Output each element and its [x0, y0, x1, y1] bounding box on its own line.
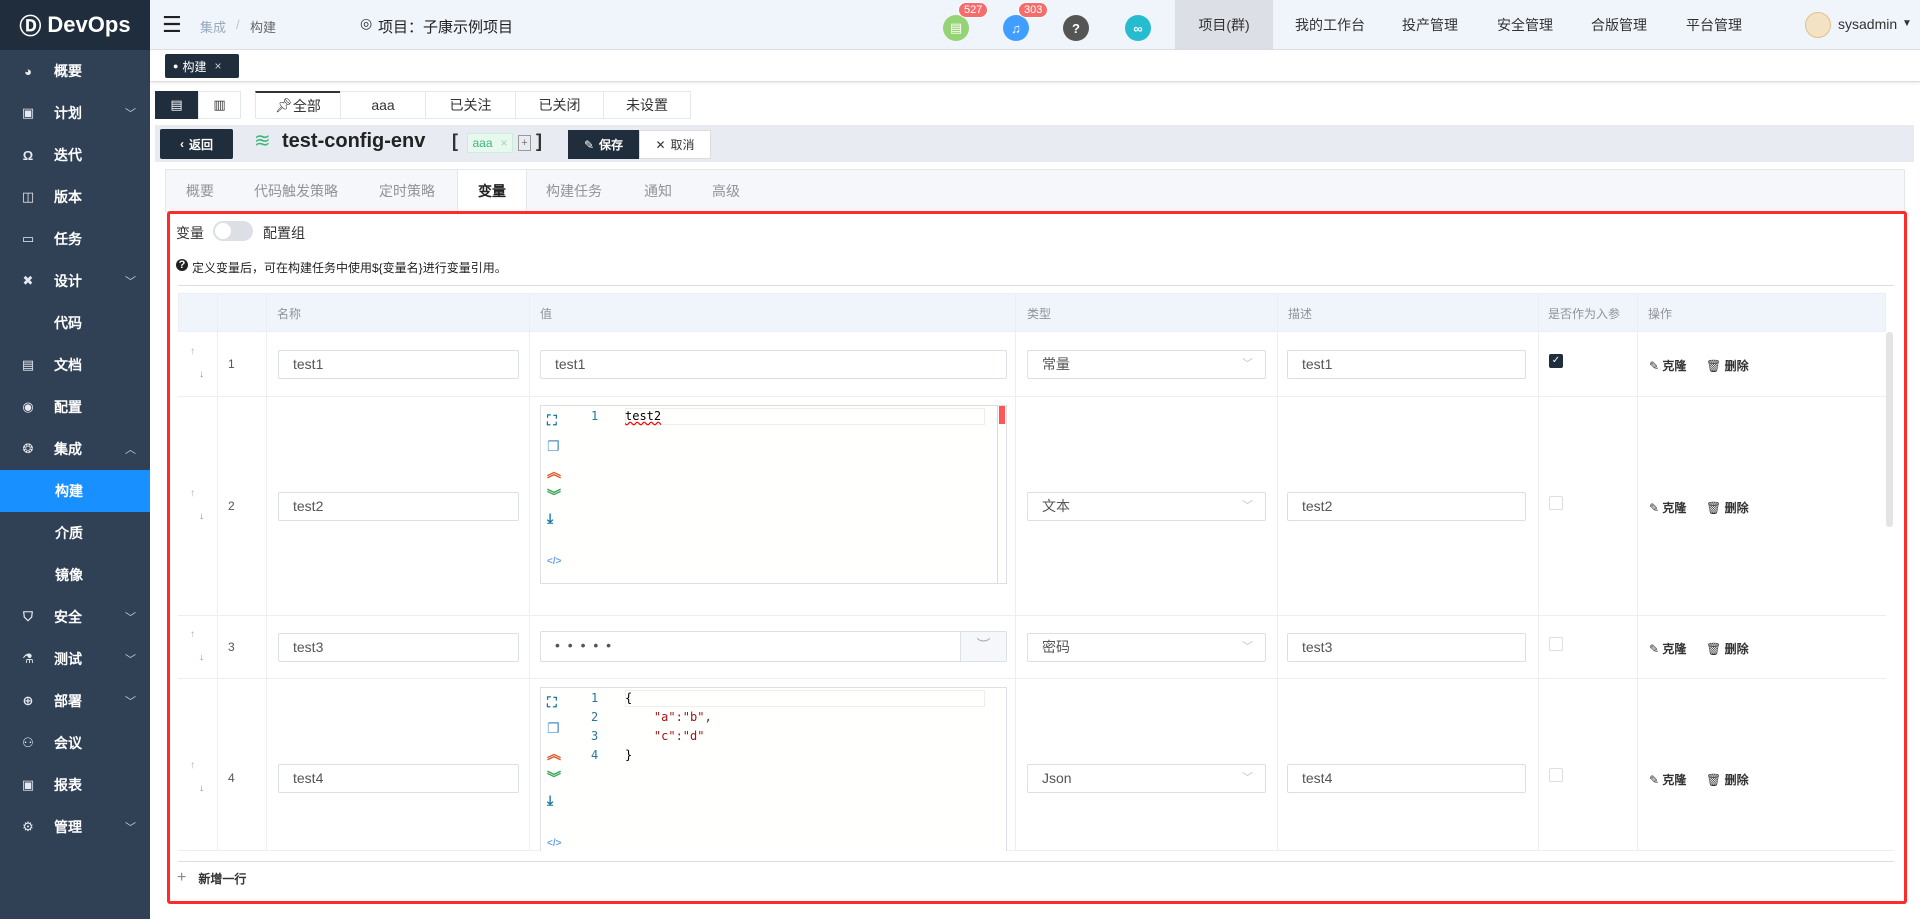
edit-icon: ✎ [1649, 641, 1663, 656]
fullscreen-icon[interactable]: ⛶ [547, 694, 557, 711]
move-down-icon[interactable]: ↓ [199, 783, 204, 794]
error-marker [999, 406, 1005, 424]
code-line: "a":"b", [625, 710, 712, 724]
row-number: 1 [228, 357, 235, 371]
is-param-checkbox[interactable]: ✓ [1549, 354, 1563, 368]
eye-closed-icon[interactable]: ︶ [960, 631, 1006, 661]
row-divider [178, 678, 1886, 679]
move-down-icon[interactable]: ↓ [199, 369, 204, 380]
clone-button[interactable]: ✎ 克隆 [1649, 771, 1686, 788]
fullscreen-icon[interactable]: ⛶ [547, 412, 557, 429]
delete-button[interactable]: 🗑︎ 删除 [1706, 499, 1749, 516]
move-down-icon[interactable]: ↓ [199, 652, 204, 663]
desc-input[interactable]: test3 [1287, 632, 1526, 662]
move-up-icon[interactable]: ↑ [190, 760, 195, 771]
code-line: "c":"d" [625, 729, 705, 743]
download-icon[interactable]: ⤓ [547, 510, 553, 527]
chevron-down-icon: ﹀ [1242, 640, 1253, 653]
line-number: 4 [591, 748, 599, 762]
trash-icon: 🗑︎ [1706, 359, 1725, 373]
clone-button[interactable]: ✎ 克隆 [1649, 640, 1686, 657]
line-number: 3 [591, 729, 599, 743]
trash-icon: 🗑︎ [1706, 773, 1725, 787]
name-input[interactable]: test1 [278, 350, 519, 379]
chevron-down-icon: ﹀ [1242, 772, 1253, 784]
plus-icon: + [177, 869, 187, 886]
is-param-checkbox[interactable] [1549, 636, 1563, 651]
move-up-icon[interactable]: ↑ [190, 346, 195, 357]
line-number: 2 [591, 710, 599, 724]
password-input[interactable]: • • • • • ︶ [540, 630, 1007, 662]
value-code-editor[interactable]: ⛶ ❐ ︽ ︾ ⤓ </> 1 test2 [540, 405, 1007, 584]
name-input[interactable]: test2 [278, 491, 519, 521]
row-number: 4 [228, 771, 235, 785]
copy-icon[interactable]: ❐ [547, 720, 560, 737]
add-row-button[interactable]: + 新增一行 [177, 869, 246, 887]
current-line-highlight [625, 408, 985, 425]
name-input[interactable]: test3 [278, 632, 519, 662]
clone-button[interactable]: ✎ 克隆 [1649, 357, 1686, 374]
chevron-down-icon: ﹀ [1242, 499, 1253, 512]
line-number: 1 [591, 691, 599, 705]
name-input[interactable]: test4 [278, 764, 519, 793]
editor-ruler [997, 406, 998, 583]
move-down-icon[interactable]: ↓ [199, 511, 204, 522]
edit-icon: ✎ [1649, 773, 1663, 787]
collapse-all-icon[interactable]: ︽ [547, 744, 561, 764]
format-code-icon[interactable]: </> [547, 556, 561, 567]
download-icon[interactable]: ⤓ [547, 792, 553, 809]
value-code-editor[interactable]: ⛶ ❐ ︽ ︾ ⤓ </> 1 {2 "a":"b", 3 "c":"d" 4} [540, 687, 1007, 851]
value-input[interactable]: test1 [540, 350, 1007, 379]
code-line: } [625, 748, 633, 762]
code-line: { [625, 691, 633, 705]
row-number: 2 [228, 498, 235, 513]
is-param-checkbox[interactable] [1549, 495, 1563, 510]
current-line-highlight [625, 690, 985, 707]
is-param-checkbox[interactable] [1549, 768, 1563, 782]
trash-icon: 🗑︎ [1706, 641, 1725, 656]
delete-button[interactable]: 🗑︎ 删除 [1706, 640, 1749, 657]
edit-icon: ✎ [1649, 359, 1663, 373]
expand-all-icon[interactable]: ︾ [547, 486, 561, 506]
expand-all-icon[interactable]: ︾ [547, 768, 561, 788]
row-divider [178, 396, 1886, 397]
edit-icon: ✎ [1649, 500, 1663, 515]
trash-icon: 🗑︎ [1706, 500, 1725, 515]
copy-icon[interactable]: ❐ [547, 438, 560, 455]
type-select[interactable]: 常量 ﹀ [1027, 350, 1266, 379]
row-number: 3 [228, 639, 235, 654]
delete-button[interactable]: 🗑︎ 删除 [1706, 771, 1749, 788]
clone-button[interactable]: ✎ 克隆 [1649, 499, 1686, 516]
format-code-icon[interactable]: </> [547, 838, 561, 849]
move-up-icon[interactable]: ↑ [190, 488, 195, 499]
type-select[interactable]: 密码 ﹀ [1027, 632, 1266, 662]
move-up-icon[interactable]: ↑ [190, 629, 195, 640]
type-select[interactable]: Json ﹀ [1027, 764, 1266, 793]
desc-input[interactable]: test2 [1287, 491, 1526, 521]
collapse-all-icon[interactable]: ︽ [547, 462, 561, 482]
divider [178, 861, 1894, 862]
desc-input[interactable]: test4 [1287, 764, 1526, 793]
chevron-down-icon: ﹀ [1242, 358, 1253, 370]
delete-button[interactable]: 🗑︎ 删除 [1706, 357, 1749, 374]
type-select[interactable]: 文本 ﹀ [1027, 491, 1266, 521]
code-line: test2 [625, 409, 662, 423]
desc-input[interactable]: test1 [1287, 350, 1526, 379]
row-divider [178, 615, 1886, 616]
line-number: 1 [591, 409, 599, 423]
